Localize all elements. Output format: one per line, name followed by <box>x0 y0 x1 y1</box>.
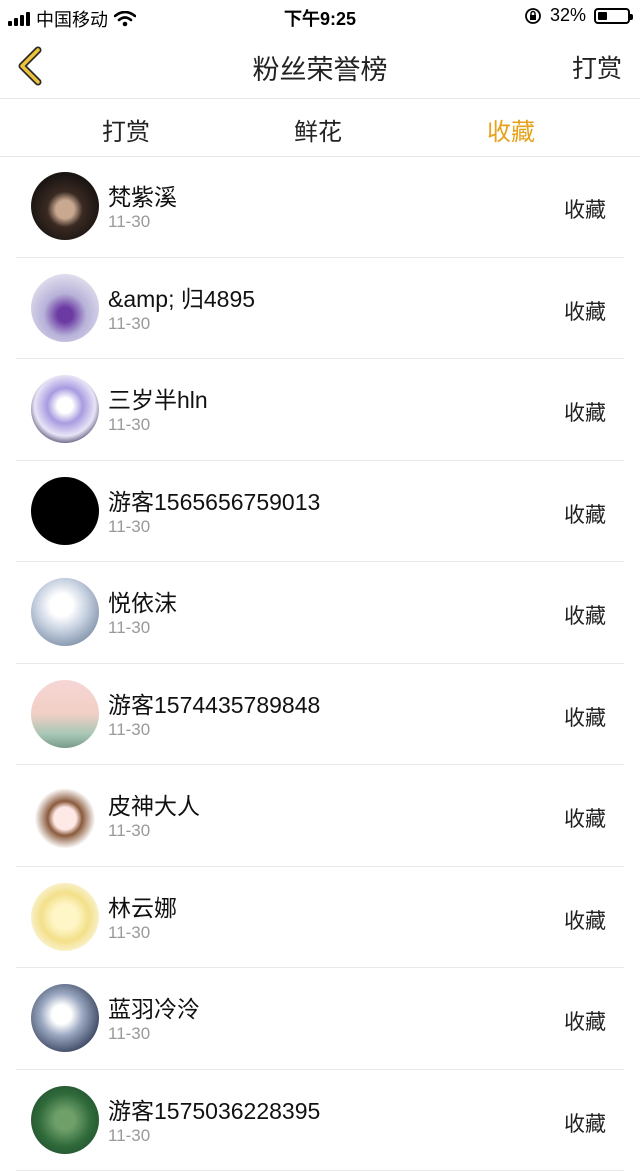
fan-action: 收藏 <box>564 194 606 224</box>
avatar <box>31 477 99 545</box>
list-item[interactable]: 游客1574435789848 11-30 收藏 <box>16 664 624 766</box>
avatar <box>31 984 99 1052</box>
fan-action: 收藏 <box>564 702 606 732</box>
fan-name: 三岁半hln <box>108 381 208 415</box>
list-item[interactable]: 游客1565656759013 11-30 收藏 <box>16 461 624 563</box>
fan-action: 收藏 <box>564 600 606 630</box>
list-item[interactable]: 悦依沫 11-30 收藏 <box>16 562 624 664</box>
fan-name: 游客1565656759013 <box>108 483 320 517</box>
list-item[interactable]: 皮神大人 11-30 收藏 <box>16 765 624 867</box>
avatar <box>31 172 99 240</box>
fan-name: 悦依沫 <box>108 584 177 618</box>
nav-bar: 粉丝荣誉榜 打赏 <box>0 34 640 99</box>
fan-date: 11-30 <box>108 314 150 334</box>
list-item[interactable]: 蓝羽冷泠 11-30 收藏 <box>16 968 624 1070</box>
battery-fill <box>598 12 607 20</box>
list-item[interactable]: 三岁半hln 11-30 收藏 <box>16 359 624 461</box>
fan-action: 收藏 <box>564 397 606 427</box>
battery-percent: 32% <box>550 5 586 26</box>
fan-action: 收藏 <box>564 1108 606 1138</box>
orientation-lock-icon <box>524 7 542 25</box>
list-item[interactable]: 游客1575036228395 11-30 收藏 <box>16 1070 624 1171</box>
status-right: 32% <box>524 5 630 26</box>
fan-action: 收藏 <box>564 1006 606 1036</box>
avatar <box>31 1086 99 1154</box>
fan-date: 11-30 <box>108 821 150 841</box>
list-item[interactable]: 梵紫溪 11-30 收藏 <box>16 156 624 258</box>
avatar <box>31 375 99 443</box>
fan-date: 11-30 <box>108 212 150 232</box>
list-item[interactable]: 林云娜 11-30 收藏 <box>16 867 624 969</box>
fan-date: 11-30 <box>108 1024 150 1044</box>
fan-action: 收藏 <box>564 905 606 935</box>
tab-favorites[interactable]: 收藏 <box>451 112 571 147</box>
fan-name: 梵紫溪 <box>108 178 177 212</box>
avatar <box>31 274 99 342</box>
fan-name: 皮神大人 <box>108 787 200 821</box>
reward-button[interactable]: 打赏 <box>572 49 622 85</box>
fan-name: &amp; 归4895 <box>108 280 255 314</box>
fan-name: 林云娜 <box>108 889 177 923</box>
fan-action: 收藏 <box>564 296 606 326</box>
status-bar: 中国移动 下午9:25 32% <box>0 0 640 34</box>
fan-date: 11-30 <box>108 1126 150 1146</box>
fan-name: 游客1574435789848 <box>108 686 320 720</box>
fan-date: 11-30 <box>108 618 150 638</box>
tab-bar: 打赏 鲜花 收藏 <box>0 99 640 157</box>
tab-reward[interactable]: 打赏 <box>66 112 186 147</box>
avatar <box>31 781 99 849</box>
tab-flowers[interactable]: 鲜花 <box>258 112 378 147</box>
page-title: 粉丝荣誉榜 <box>0 48 640 87</box>
fan-name: 游客1575036228395 <box>108 1092 320 1126</box>
fan-date: 11-30 <box>108 720 150 740</box>
avatar <box>31 883 99 951</box>
fan-name: 蓝羽冷泠 <box>108 990 200 1024</box>
fan-date: 11-30 <box>108 923 150 943</box>
fan-date: 11-30 <box>108 517 150 537</box>
fan-action: 收藏 <box>564 803 606 833</box>
avatar <box>31 680 99 748</box>
battery-icon <box>594 8 630 24</box>
avatar <box>31 578 99 646</box>
fan-list: 梵紫溪 11-30 收藏 &amp; 归4895 11-30 收藏 三岁半hln… <box>16 156 624 1171</box>
fan-date: 11-30 <box>108 415 150 435</box>
list-item[interactable]: &amp; 归4895 11-30 收藏 <box>16 258 624 360</box>
fan-action: 收藏 <box>564 499 606 529</box>
